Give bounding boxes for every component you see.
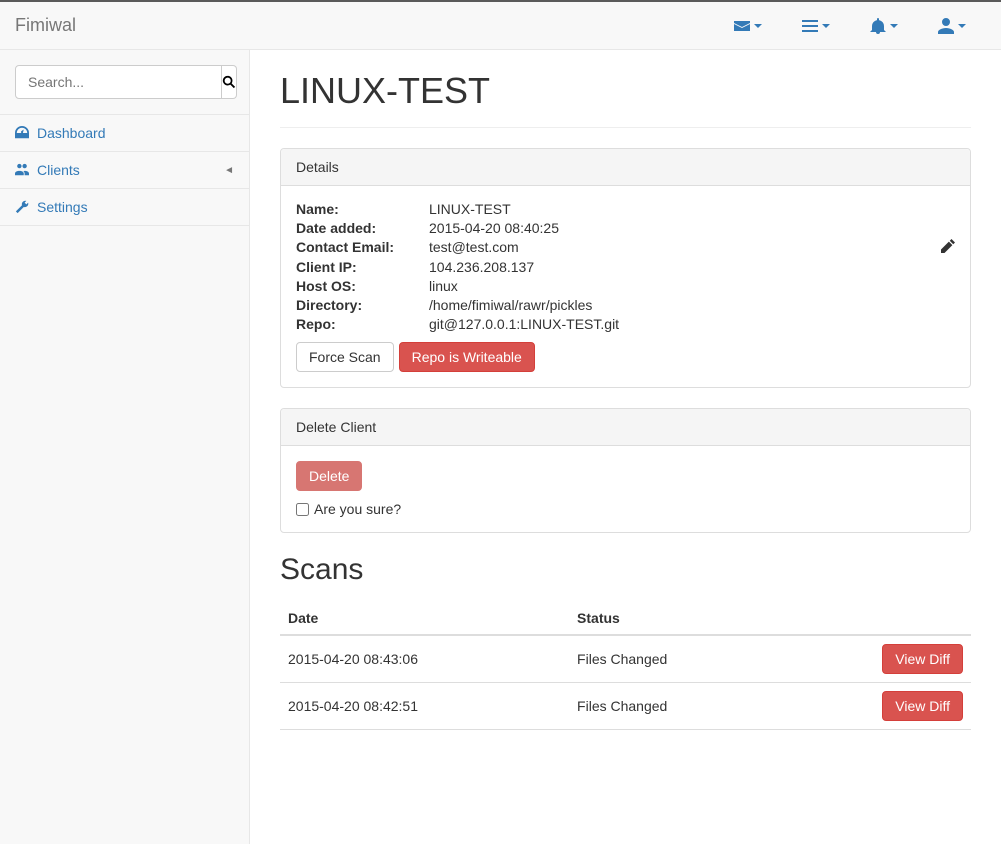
search-group [15, 65, 234, 99]
user-dropdown[interactable] [938, 18, 966, 34]
force-scan-button[interactable]: Force Scan [296, 342, 394, 372]
col-date: Date [280, 602, 569, 635]
edit-icon [941, 239, 955, 253]
brand: Fimiwal [15, 15, 76, 36]
detail-value-name: LINUX-TEST [429, 201, 955, 217]
search-button[interactable] [222, 65, 237, 99]
detail-label-name: Name: [296, 201, 429, 217]
caret-down-icon [754, 24, 762, 28]
scan-status: Files Changed [569, 683, 779, 730]
delete-button[interactable]: Delete [296, 461, 362, 491]
detail-value-email: test@test.com [429, 239, 771, 256]
chevron-left-icon: ◄ [224, 165, 234, 176]
delete-panel: Delete Client Delete Are you sure? [280, 408, 971, 533]
users-icon [15, 163, 29, 177]
confirm-delete-checkbox[interactable] [296, 503, 309, 516]
detail-label-date: Date added: [296, 220, 429, 236]
details-panel: Details Name:LINUX-TEST Date added:2015-… [280, 148, 971, 388]
view-diff-button[interactable]: View Diff [882, 691, 963, 721]
detail-value-dir: /home/fimiwal/rawr/pickles [429, 297, 955, 313]
delete-heading: Delete Client [281, 409, 970, 446]
alerts-dropdown[interactable] [870, 18, 898, 34]
scans-table: Date Status 2015-04-20 08:43:06 Files Ch… [280, 602, 971, 730]
sidebar-item-label: Dashboard [37, 125, 106, 141]
bell-icon [870, 18, 886, 34]
scans-heading: Scans [280, 553, 971, 587]
details-heading: Details [281, 149, 970, 186]
page-title: LINUX-TEST [280, 70, 971, 128]
envelope-icon [734, 18, 750, 34]
detail-value-ip: 104.236.208.137 [429, 259, 955, 275]
messages-dropdown[interactable] [734, 18, 762, 34]
sidebar-item-dashboard[interactable]: Dashboard [0, 114, 249, 151]
table-row: 2015-04-20 08:43:06 Files Changed View D… [280, 635, 971, 683]
scan-date: 2015-04-20 08:43:06 [280, 635, 569, 683]
caret-down-icon [890, 24, 898, 28]
caret-down-icon [822, 24, 830, 28]
tasks-dropdown[interactable] [802, 18, 830, 34]
main-content: LINUX-TEST Details Name:LINUX-TEST Date … [250, 50, 1001, 844]
col-status: Status [569, 602, 779, 635]
sidebar-item-settings[interactable]: Settings [0, 188, 249, 226]
detail-label-os: Host OS: [296, 278, 429, 294]
topbar: Fimiwal [0, 0, 1001, 50]
user-icon [938, 18, 954, 34]
dashboard-icon [15, 126, 29, 140]
search-icon [222, 75, 236, 89]
sidebar-item-label: Clients [37, 162, 80, 178]
table-row: 2015-04-20 08:42:51 Files Changed View D… [280, 683, 971, 730]
list-icon [802, 18, 818, 34]
detail-label-email: Contact Email: [296, 239, 429, 256]
scan-date: 2015-04-20 08:42:51 [280, 683, 569, 730]
detail-value-date: 2015-04-20 08:40:25 [429, 220, 955, 236]
sidebar-item-clients[interactable]: Clients ◄ [0, 151, 249, 188]
caret-down-icon [958, 24, 966, 28]
detail-value-repo: git@127.0.0.1:LINUX-TEST.git [429, 316, 955, 332]
topbar-right [734, 18, 986, 34]
confirm-delete-label: Are you sure? [314, 501, 401, 517]
search-input[interactable] [15, 65, 222, 99]
wrench-icon [15, 200, 29, 214]
edit-email-button[interactable] [941, 239, 955, 256]
scan-status: Files Changed [569, 635, 779, 683]
sidebar-item-label: Settings [37, 199, 88, 215]
detail-label-repo: Repo: [296, 316, 429, 332]
sidebar: Dashboard Clients ◄ Settings [0, 50, 250, 844]
detail-label-ip: Client IP: [296, 259, 429, 275]
detail-value-os: linux [429, 278, 955, 294]
detail-label-dir: Directory: [296, 297, 429, 313]
view-diff-button[interactable]: View Diff [882, 644, 963, 674]
repo-writeable-button[interactable]: Repo is Writeable [399, 342, 535, 372]
